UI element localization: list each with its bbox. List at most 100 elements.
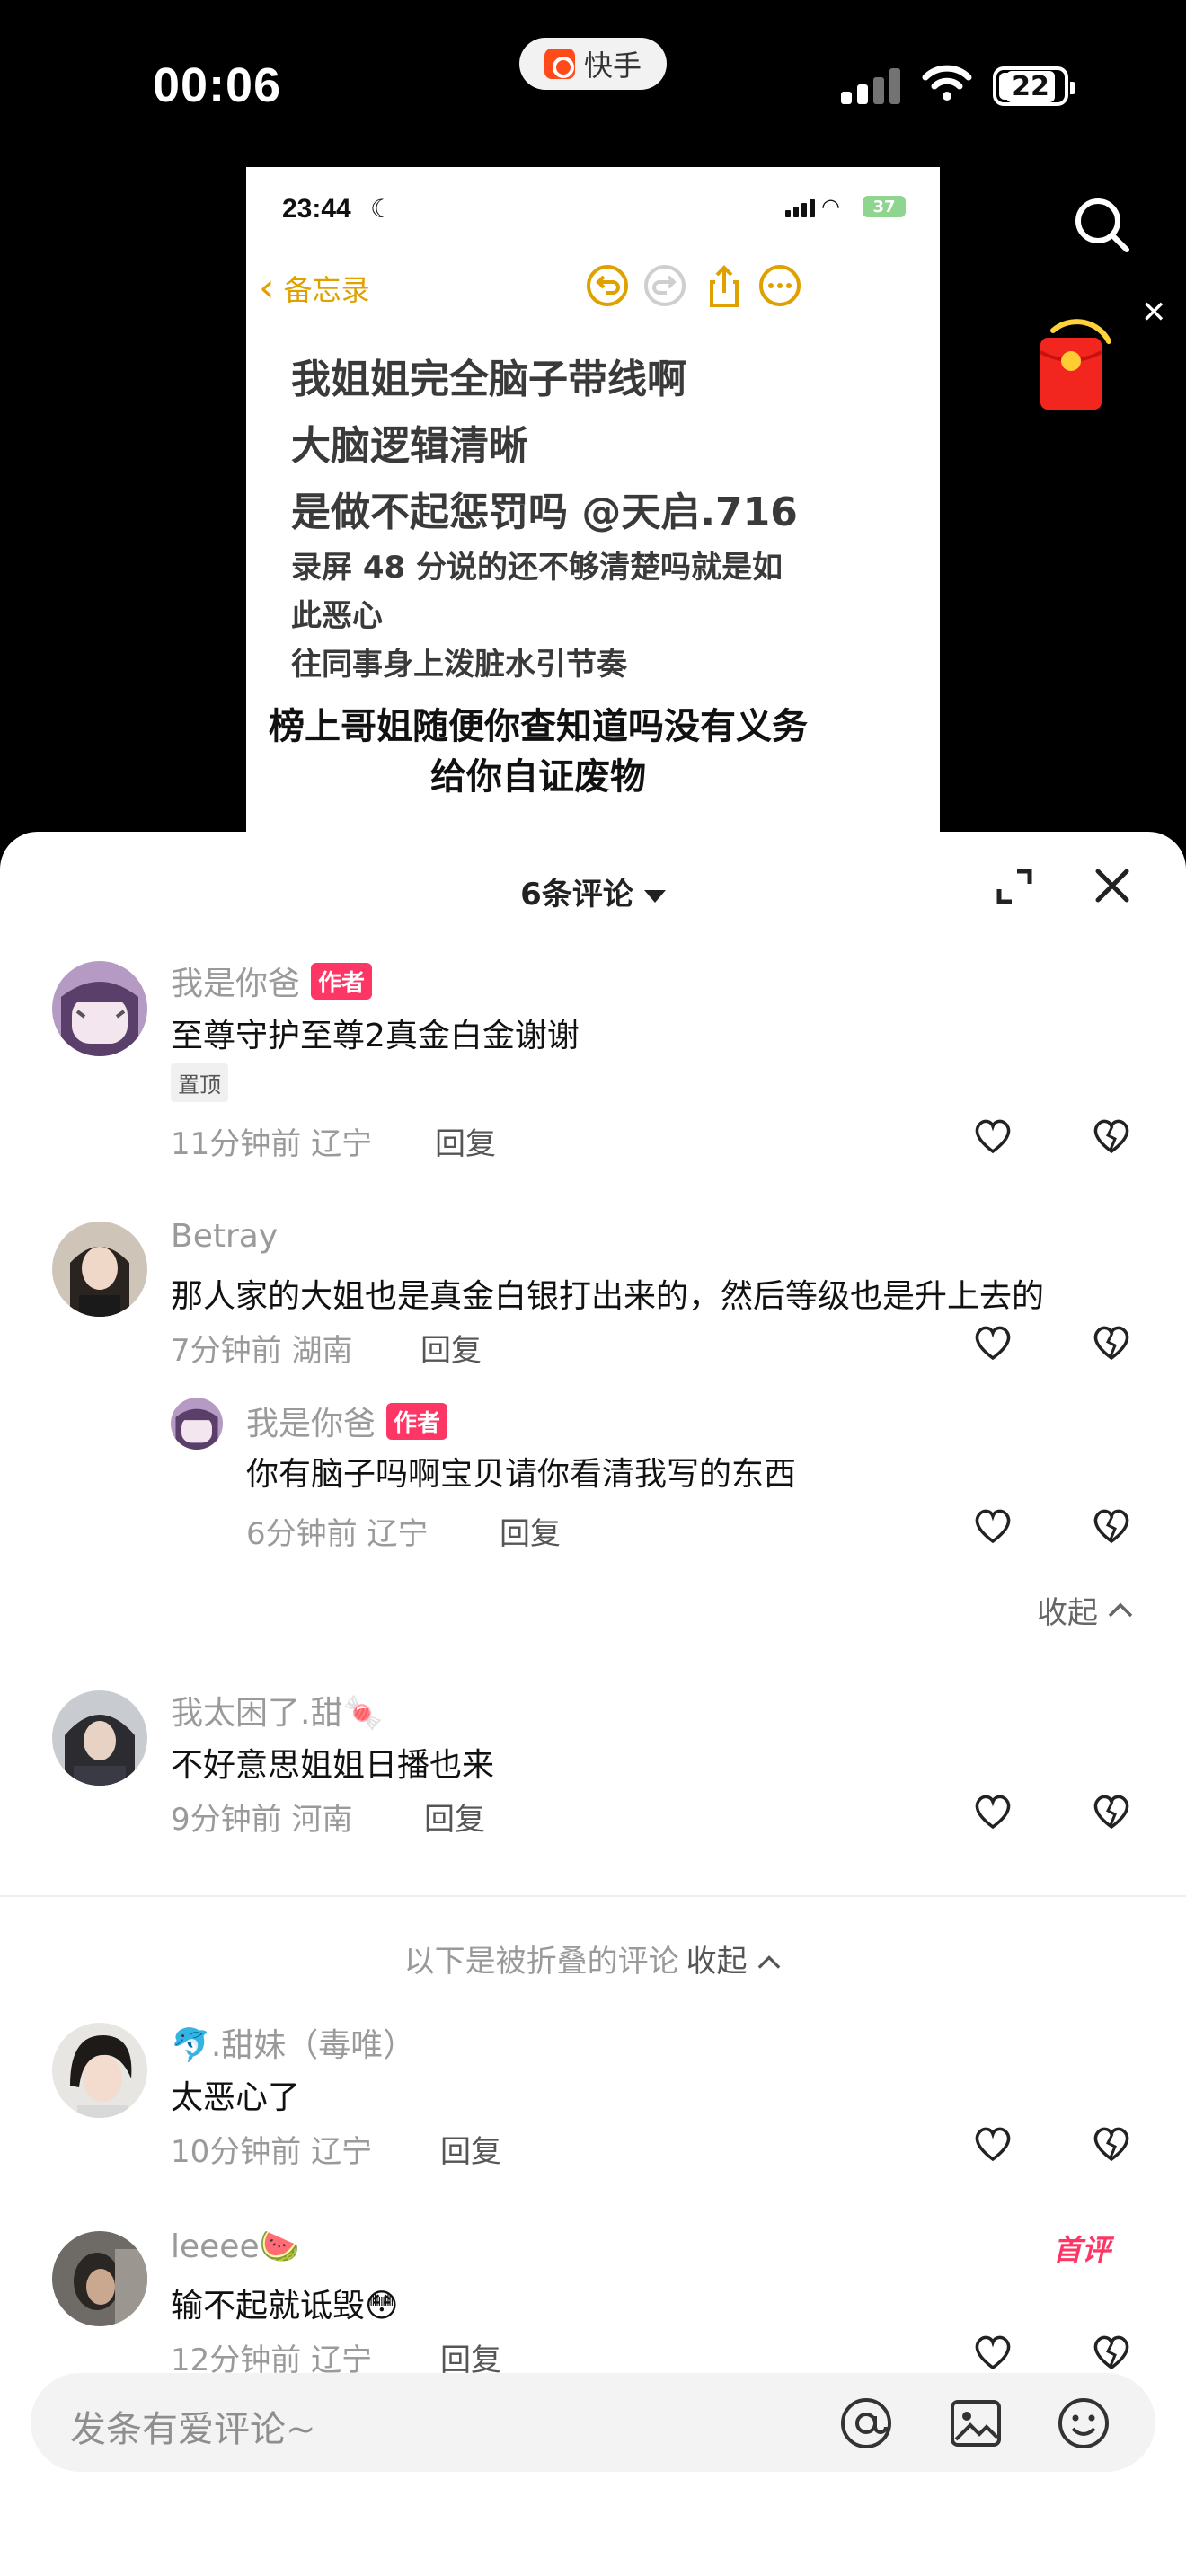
notes-status-time: 23:44	[282, 194, 351, 224]
like-icon[interactable]	[972, 1324, 1013, 1362]
dislike-icon[interactable]	[1091, 1793, 1132, 1831]
more-icon	[759, 265, 801, 306]
comment-meta: 7分钟前 湖南	[171, 1333, 353, 1369]
chevron-up-icon	[758, 1955, 781, 1969]
comment-author[interactable]: 我是你爸 作者	[171, 957, 373, 1004]
notes-wifi-icon: ◠	[821, 194, 840, 219]
reply-button[interactable]: 回复	[424, 1795, 485, 1839]
video-notes-screenshot: 23:44 ☾ ◠ 37 ‹ 备忘录 我姐姐完全脑子带线啊 大脑逻辑清晰 是做不…	[246, 167, 940, 850]
like-icon[interactable]	[972, 2125, 1013, 2163]
close-icon[interactable]	[1093, 866, 1132, 905]
mention-icon[interactable]	[839, 2396, 893, 2450]
wifi-icon	[922, 65, 972, 101]
author-tag: 作者	[311, 962, 373, 1000]
comment-author[interactable]: leeee🍉	[171, 2228, 299, 2265]
redo-icon	[644, 265, 686, 306]
comment-meta: 6分钟前 辽宁	[246, 1516, 429, 1552]
avatar[interactable]	[52, 2231, 147, 2326]
comment-author[interactable]: Betray	[171, 1218, 278, 1255]
comment-author[interactable]: 🐬.甜妹（毒唯）	[171, 2019, 415, 2066]
notes-back-label: 备忘录	[283, 273, 370, 307]
dislike-icon[interactable]	[1091, 1324, 1132, 1362]
like-icon[interactable]	[972, 1793, 1013, 1831]
notes-line: 大脑逻辑清晰	[291, 423, 528, 469]
notes-battery-level: 37	[872, 197, 896, 216]
notes-back-button: ‹ 备忘录	[259, 268, 370, 309]
comment-author[interactable]: 我太困了.甜🍬	[171, 1687, 383, 1734]
notes-line: 往同事身上泼脏水引节奏	[291, 647, 627, 683]
undo-icon	[587, 265, 628, 306]
chevron-left-icon: ‹	[259, 265, 275, 311]
author-name: 我是你爸	[246, 1406, 376, 1442]
like-icon[interactable]	[972, 1117, 1013, 1155]
comment-text[interactable]: 至尊守护至尊2真金白金谢谢	[171, 1010, 580, 1056]
notes-signal-icon	[785, 199, 815, 217]
avatar[interactable]	[52, 1222, 147, 1317]
notes-line: 榜上哥姐随便你查知道吗没有义务	[269, 706, 808, 747]
emoji-icon[interactable]	[1057, 2396, 1111, 2450]
avatar[interactable]	[52, 1690, 147, 1786]
share-icon	[710, 265, 739, 307]
battery-level: 22	[1006, 70, 1055, 102]
app-name: 快手	[583, 49, 642, 83]
divider	[0, 1895, 1186, 1897]
dislike-icon[interactable]	[1091, 2333, 1132, 2371]
like-icon[interactable]	[972, 1507, 1013, 1545]
comment-text[interactable]: 你有脑子吗啊宝贝请你看清我写的东西	[246, 1448, 796, 1495]
chevron-up-icon	[1108, 1602, 1133, 1617]
search-icon[interactable]	[1073, 196, 1132, 255]
bottom-area	[0, 2472, 1186, 2576]
avatar[interactable]	[171, 1398, 223, 1450]
comment-meta: 9分钟前 河南	[171, 1802, 353, 1838]
app-pill[interactable]: 快手	[519, 38, 667, 90]
author-name: 我是你爸	[171, 966, 301, 1002]
folded-collapse-button[interactable]: 收起	[686, 1944, 748, 1980]
notes-line: 此恶心	[291, 598, 383, 634]
comment-text[interactable]: 不好意思姐姐日播也来	[171, 1739, 494, 1786]
author-name: Betray	[171, 1218, 279, 1255]
comment-meta: 10分钟前 辽宁	[171, 2134, 373, 2170]
reply-button[interactable]: 回复	[435, 1119, 496, 1163]
moon-icon: ☾	[370, 194, 394, 224]
dislike-icon[interactable]	[1091, 2125, 1132, 2163]
comment-author[interactable]: 我是你爸 作者	[246, 1398, 448, 1444]
comment-meta: 11分钟前 辽宁	[171, 1126, 373, 1162]
reply-button[interactable]: 回复	[420, 1326, 482, 1370]
avatar[interactable]	[52, 2023, 147, 2118]
comment-text[interactable]: 太恶心了	[171, 2071, 300, 2118]
author-name: leeee🍉	[171, 2228, 300, 2265]
notes-battery-icon: 37	[863, 196, 906, 217]
comment-text[interactable]: 那人家的大姐也是真金白银打出来的，然后等级也是升上去的	[171, 1270, 1044, 1317]
comment-input[interactable]: 发条有爱评论~	[31, 2373, 1155, 2472]
image-icon[interactable]	[949, 2396, 1003, 2450]
notes-line: 给你自证废物	[430, 756, 646, 798]
dislike-icon[interactable]	[1091, 1117, 1132, 1155]
kuaishou-logo-icon	[544, 49, 575, 79]
caret-down-icon	[643, 889, 666, 903]
red-packet-icon[interactable]	[1033, 305, 1114, 413]
comment-sheet: 6条评论 我是你爸 作者 至尊守护至尊2真金白金谢谢 置顶 11分钟前 辽宁 回…	[0, 832, 1186, 2576]
battery-icon: 22	[993, 66, 1075, 106]
comment-text[interactable]: 输不起就诋毁😳	[171, 2280, 399, 2326]
author-name: 我太困了.甜🍬	[171, 1695, 384, 1732]
like-icon[interactable]	[972, 2333, 1013, 2371]
red-packet-close-icon[interactable]: ✕	[1141, 295, 1167, 331]
collapse-replies-button[interactable]: 收起	[1037, 1588, 1134, 1632]
comment-count-label: 6条评论	[520, 877, 633, 913]
cellular-signal-icon	[841, 68, 900, 104]
author-name: 🐬.甜妹（毒唯）	[171, 2027, 416, 2064]
reply-button[interactable]: 回复	[500, 1509, 561, 1553]
avatar[interactable]	[52, 961, 147, 1056]
pinned-badge: 置顶	[171, 1063, 228, 1102]
reply-button[interactable]: 回复	[440, 2127, 501, 2171]
collapse-label: 收起	[1037, 1595, 1098, 1631]
dislike-icon[interactable]	[1091, 1507, 1132, 1545]
notes-line: 是做不起惩罚吗 @天启.716	[291, 490, 798, 535]
folded-comments-hint: 以下是被折叠的评论 收起	[0, 1936, 1186, 1981]
notes-line: 录屏 48 分说的还不够清楚吗就是如	[291, 550, 783, 586]
author-tag: 作者	[386, 1402, 448, 1440]
status-time: 00:06	[153, 58, 282, 112]
notes-line: 我姐姐完全脑子带线啊	[291, 357, 686, 402]
expand-icon[interactable]	[996, 868, 1033, 905]
first-comment-badge: 首评	[1053, 2233, 1111, 2267]
